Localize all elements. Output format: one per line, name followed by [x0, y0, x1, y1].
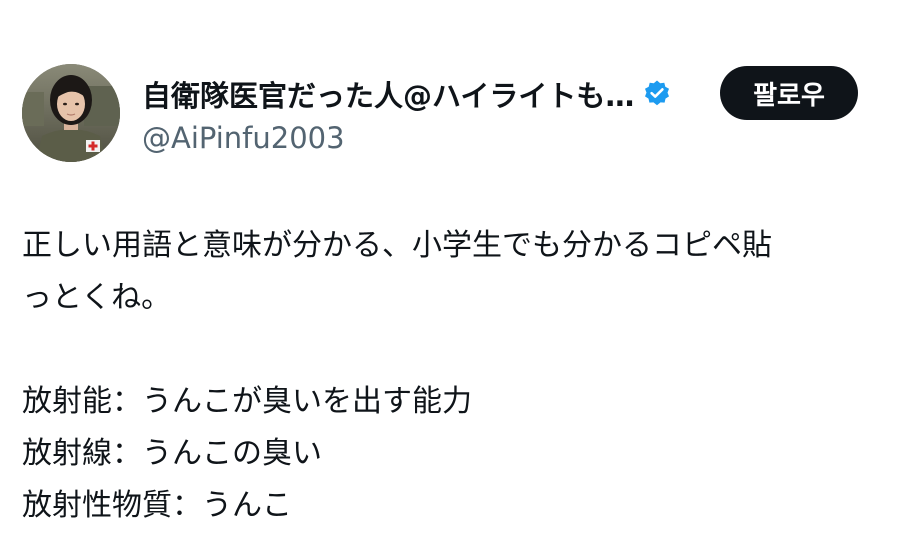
user-info: 自衛隊医官だった人@ハイライトも… @AiPinfu2003 — [142, 72, 702, 158]
follow-button[interactable]: 팔로우 — [720, 66, 858, 120]
avatar[interactable] — [22, 64, 120, 162]
tweet-header: 自衛隊医官だった人@ハイライトも… @AiPinfu2003 팔로우 — [20, 64, 880, 164]
tweet-text: 正しい用語と意味が分かる、小学生でも分かるコピペ貼 っとくね。 放射能：うんこが… — [22, 220, 882, 532]
verified-badge-icon — [642, 79, 672, 109]
avatar-image — [22, 64, 120, 162]
display-name[interactable]: 自衛隊医官だった人@ハイライトも… — [142, 73, 634, 115]
tweet-line: っとくね。 — [22, 280, 172, 315]
display-name-row: 自衛隊医官だった人@ハイライトも… — [142, 72, 702, 116]
tweet-line: 放射性物質：うんこ — [22, 488, 292, 523]
user-handle[interactable]: @AiPinfu2003 — [142, 118, 702, 158]
tweet-card: 自衛隊医官だった人@ハイライトも… @AiPinfu2003 팔로우 正しい用語… — [0, 0, 900, 551]
tweet-line: 放射能：うんこが臭いを出す能力 — [22, 384, 472, 419]
tweet-line: 放射線：うんこの臭い — [22, 436, 322, 471]
tweet-line: 正しい用語と意味が分かる、小学生でも分かるコピペ貼 — [22, 228, 772, 263]
